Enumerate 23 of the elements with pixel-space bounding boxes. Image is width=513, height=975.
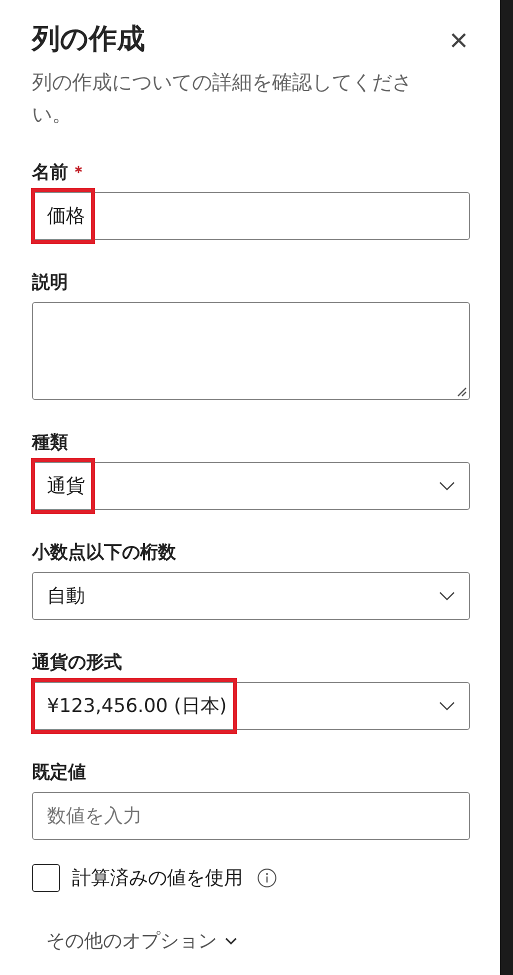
resize-grip-icon bbox=[455, 385, 467, 397]
chevron-down-icon bbox=[439, 591, 455, 601]
highlight-box bbox=[31, 188, 95, 244]
more-options-button[interactable]: その他のオプション bbox=[46, 928, 237, 954]
close-button[interactable]: × bbox=[447, 22, 470, 58]
panel-description: 列の作成についての詳細を確認してください。 bbox=[32, 69, 413, 128]
checkbox-label: 計算済みの値を使用 bbox=[72, 866, 243, 891]
chevron-down-icon bbox=[439, 701, 455, 711]
field-label: 通貨の形式 bbox=[32, 651, 122, 674]
checkbox[interactable] bbox=[32, 864, 60, 892]
chevron-down-icon bbox=[439, 481, 455, 491]
field-label: 種類 bbox=[32, 431, 68, 454]
field-label: 名前 bbox=[32, 161, 68, 184]
highlight-box bbox=[31, 458, 95, 514]
description-textarea[interactable] bbox=[32, 302, 470, 400]
field-label: 既定値 bbox=[32, 761, 86, 784]
field-label: 説明 bbox=[32, 271, 68, 294]
panel-title: 列の作成 bbox=[32, 21, 145, 57]
chevron-down-icon bbox=[225, 937, 237, 945]
info-icon[interactable] bbox=[257, 868, 277, 888]
field-label: 小数点以下の桁数 bbox=[32, 541, 176, 564]
dropdown[interactable]: 自動 bbox=[32, 572, 470, 620]
text-input[interactable]: 数値を入力 bbox=[32, 792, 470, 840]
